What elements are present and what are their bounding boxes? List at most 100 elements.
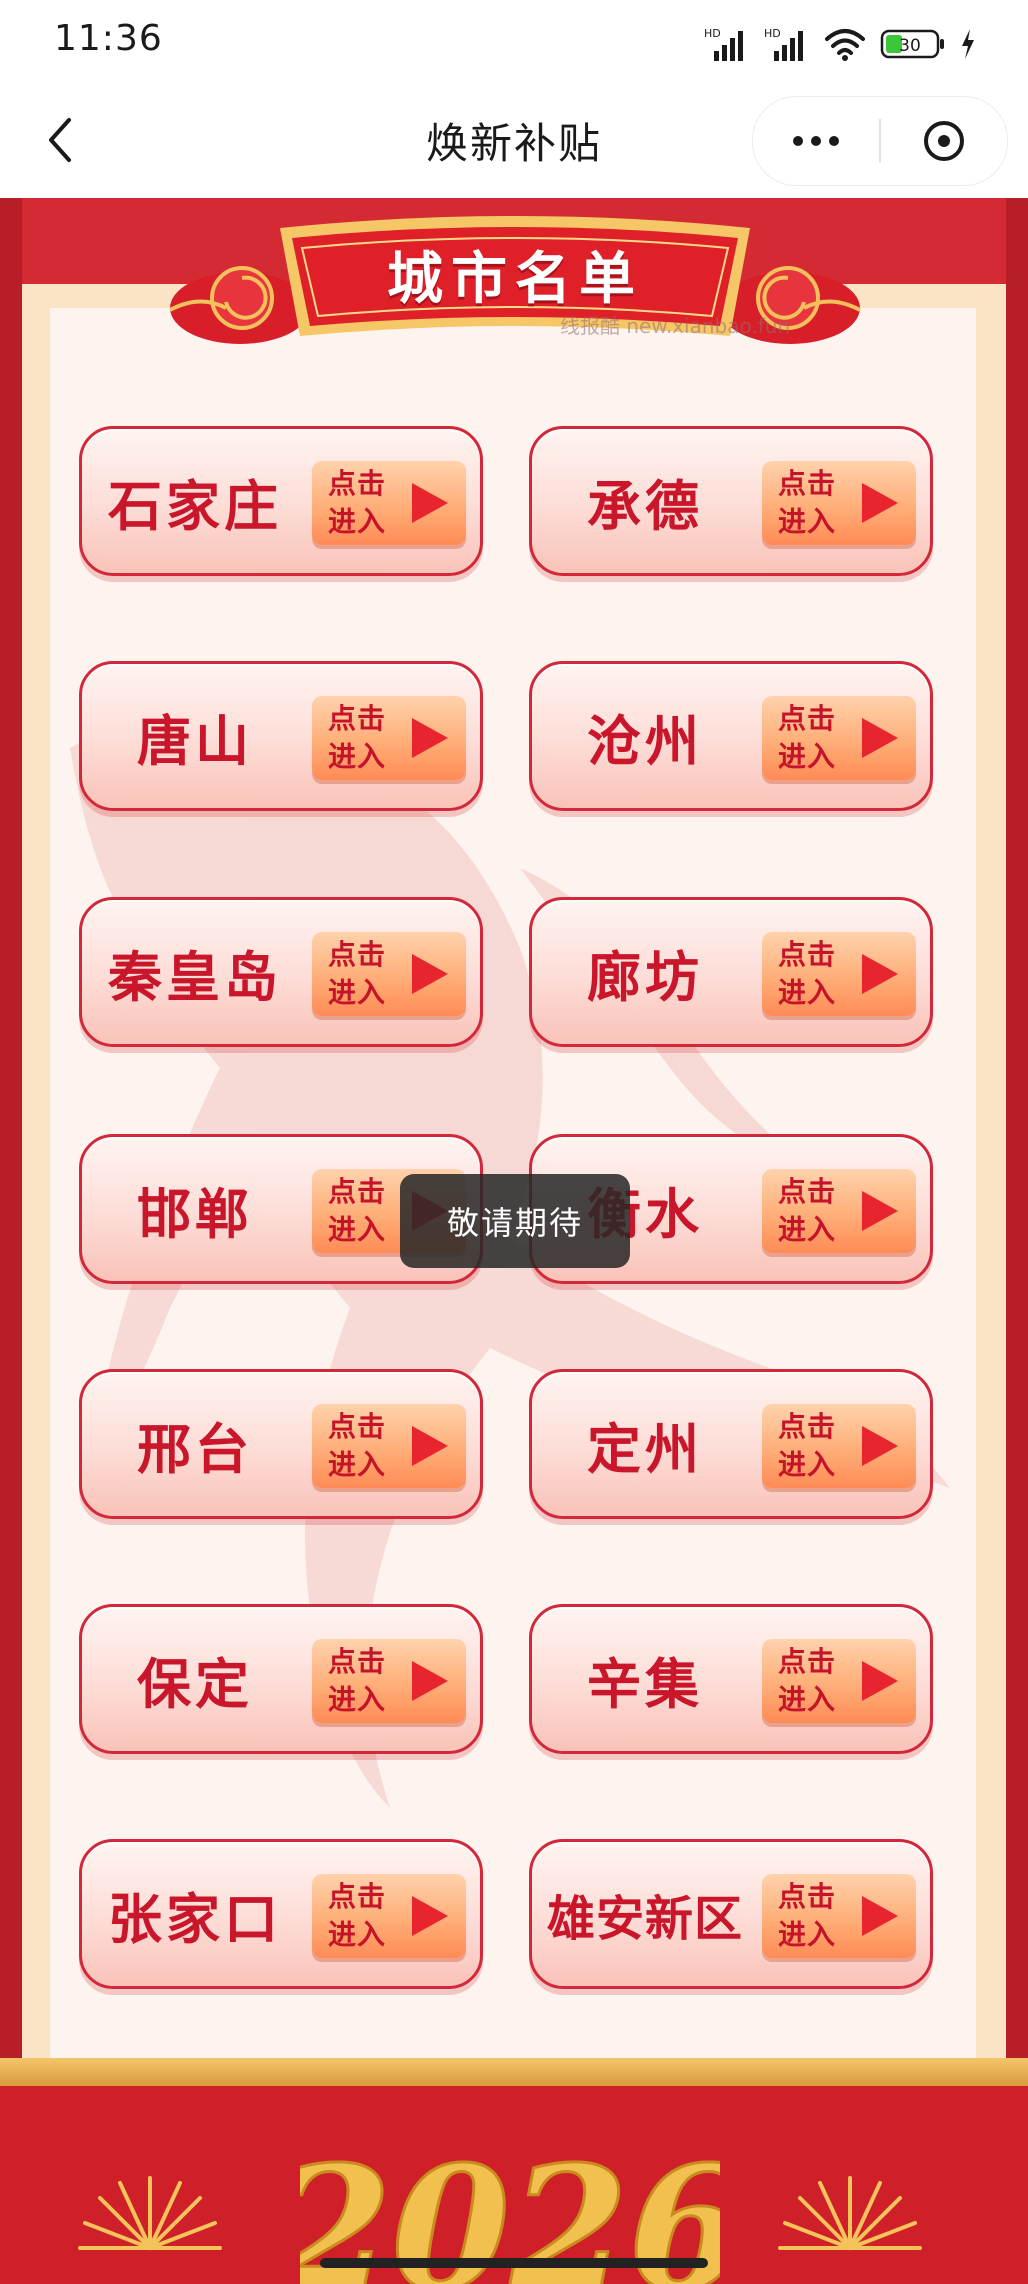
enter-label-line2: 进入 bbox=[328, 1683, 387, 1716]
city-card-tangshan[interactable]: 唐山 点击 进入 bbox=[79, 661, 483, 811]
city-name: 沧州 bbox=[587, 709, 703, 773]
play-icon bbox=[412, 1896, 448, 1936]
enter-label-line1: 点击 bbox=[778, 1645, 837, 1678]
enter-button[interactable]: 点击 进入 bbox=[762, 696, 916, 780]
enter-button[interactable]: 点击 进入 bbox=[762, 1169, 916, 1253]
enter-label-line2: 进入 bbox=[778, 740, 837, 773]
battery-icon: 30 bbox=[880, 29, 944, 59]
city-card-shijiazhuang[interactable]: 石家庄 点击 进入 bbox=[79, 426, 483, 576]
play-icon bbox=[862, 1191, 898, 1231]
enter-label-line2: 进入 bbox=[328, 976, 387, 1009]
enter-label-line1: 点击 bbox=[328, 467, 387, 500]
app-screen: 11:36 HD HD 30 焕新补贴 城市名单 线报酷 new.xianbao… bbox=[0, 0, 1028, 2284]
city-card-xingtai[interactable]: 邢台 点击 进入 bbox=[79, 1369, 483, 1519]
enter-label-line2: 进入 bbox=[778, 1918, 837, 1951]
watermark-text: 线报酷 new.xianbao.fun bbox=[560, 314, 791, 338]
mini-program-capsule bbox=[752, 96, 1008, 186]
frame-strip-left bbox=[0, 198, 22, 2284]
enter-label: 点击 进入 bbox=[328, 700, 398, 776]
enter-label-line2: 进入 bbox=[328, 740, 387, 773]
firework-icon-right bbox=[778, 2176, 922, 2250]
city-card-xiongan[interactable]: 雄安新区 点击 进入 bbox=[529, 1839, 933, 1989]
city-card-langfang[interactable]: 廊坊 点击 进入 bbox=[529, 897, 933, 1047]
toast-message: 敬请期待 bbox=[400, 1174, 630, 1268]
bottom-banner: 2026 bbox=[0, 2058, 1028, 2284]
city-card-qinhuangdao[interactable]: 秦皇岛 点击 进入 bbox=[79, 897, 483, 1047]
play-icon bbox=[862, 1896, 898, 1936]
city-card-xinji[interactable]: 辛集 点击 进入 bbox=[529, 1604, 933, 1754]
cellular-signal-icon: HD bbox=[704, 27, 743, 61]
signal-hd-label: HD bbox=[704, 27, 721, 40]
enter-label-line1: 点击 bbox=[778, 702, 837, 735]
enter-label-line1: 点击 bbox=[778, 467, 837, 500]
more-button[interactable] bbox=[753, 97, 879, 185]
play-icon bbox=[862, 718, 898, 758]
enter-button[interactable]: 点击 进入 bbox=[762, 1639, 916, 1723]
play-icon bbox=[412, 1661, 448, 1701]
city-card-dingzhou[interactable]: 定州 点击 进入 bbox=[529, 1369, 933, 1519]
city-card-zhangjiakou[interactable]: 张家口 点击 进入 bbox=[79, 1839, 483, 1989]
enter-button[interactable]: 点击 进入 bbox=[762, 1404, 916, 1488]
close-circle-icon bbox=[924, 121, 964, 161]
enter-label: 点击 进入 bbox=[778, 936, 848, 1012]
city-name: 秦皇岛 bbox=[108, 945, 282, 1009]
city-name: 承德 bbox=[587, 474, 703, 538]
city-card-chengde[interactable]: 承德 点击 进入 bbox=[529, 426, 933, 576]
enter-label-line2: 进入 bbox=[778, 505, 837, 538]
nav-bar: 焕新补贴 bbox=[0, 84, 1028, 198]
enter-label-line2: 进入 bbox=[328, 1448, 387, 1481]
status-time: 11:36 bbox=[54, 18, 163, 59]
enter-label-line1: 点击 bbox=[328, 1410, 387, 1443]
status-icons: HD HD 30 bbox=[704, 26, 976, 62]
enter-label: 点击 进入 bbox=[778, 1878, 848, 1954]
city-name: 保定 bbox=[137, 1652, 253, 1716]
enter-label: 点击 进入 bbox=[778, 1408, 848, 1484]
play-icon bbox=[412, 483, 448, 523]
cellular-signal-icon-2: HD bbox=[764, 27, 803, 61]
enter-label-line1: 点击 bbox=[328, 702, 387, 735]
enter-label-line2: 进入 bbox=[328, 1918, 387, 1951]
enter-button[interactable]: 点击 进入 bbox=[312, 1404, 466, 1488]
home-indicator[interactable] bbox=[320, 2258, 708, 2268]
banner-gold-border bbox=[0, 2058, 1028, 2086]
play-icon bbox=[412, 954, 448, 994]
city-card-baoding[interactable]: 保定 点击 进入 bbox=[79, 1604, 483, 1754]
enter-label-line2: 进入 bbox=[778, 1683, 837, 1716]
close-button[interactable] bbox=[881, 97, 1007, 185]
enter-label: 点击 进入 bbox=[328, 465, 398, 541]
city-card-cangzhou[interactable]: 沧州 点击 进入 bbox=[529, 661, 933, 811]
enter-label-line1: 点击 bbox=[778, 1410, 837, 1443]
enter-label-line1: 点击 bbox=[778, 1880, 837, 1913]
wifi-icon bbox=[825, 29, 865, 61]
signal-hd-label-2: HD bbox=[764, 27, 781, 40]
enter-button[interactable]: 点击 进入 bbox=[762, 932, 916, 1016]
enter-button[interactable]: 点击 进入 bbox=[312, 696, 466, 780]
play-icon bbox=[862, 954, 898, 994]
frame-strip-right bbox=[1006, 198, 1028, 2284]
firework-icon-left bbox=[78, 2176, 222, 2250]
enter-label-line2: 进入 bbox=[328, 505, 387, 538]
more-horizontal-icon bbox=[793, 136, 839, 146]
enter-label: 点击 进入 bbox=[778, 1173, 848, 1249]
status-bar: 11:36 HD HD 30 bbox=[0, 0, 1028, 84]
back-button[interactable] bbox=[30, 110, 90, 170]
enter-button[interactable]: 点击 进入 bbox=[762, 461, 916, 545]
ribbon-title: 城市名单 bbox=[387, 247, 643, 312]
enter-label-line2: 进入 bbox=[778, 1448, 837, 1481]
enter-button[interactable]: 点击 进入 bbox=[312, 1874, 466, 1958]
enter-label-line1: 点击 bbox=[328, 938, 387, 971]
enter-button[interactable]: 点击 进入 bbox=[312, 932, 466, 1016]
city-name: 张家口 bbox=[108, 1887, 282, 1951]
city-name: 邯郸 bbox=[137, 1182, 253, 1246]
enter-button[interactable]: 点击 进入 bbox=[762, 1874, 916, 1958]
enter-label-line1: 点击 bbox=[328, 1175, 387, 1208]
enter-button[interactable]: 点击 进入 bbox=[312, 1639, 466, 1723]
enter-button[interactable]: 点击 进入 bbox=[312, 461, 466, 545]
enter-label-line1: 点击 bbox=[778, 1175, 837, 1208]
enter-label: 点击 进入 bbox=[328, 936, 398, 1012]
city-name: 辛集 bbox=[587, 1652, 703, 1716]
play-icon bbox=[862, 1661, 898, 1701]
city-name: 唐山 bbox=[137, 709, 253, 773]
enter-label-line1: 点击 bbox=[328, 1645, 387, 1678]
play-icon bbox=[862, 483, 898, 523]
